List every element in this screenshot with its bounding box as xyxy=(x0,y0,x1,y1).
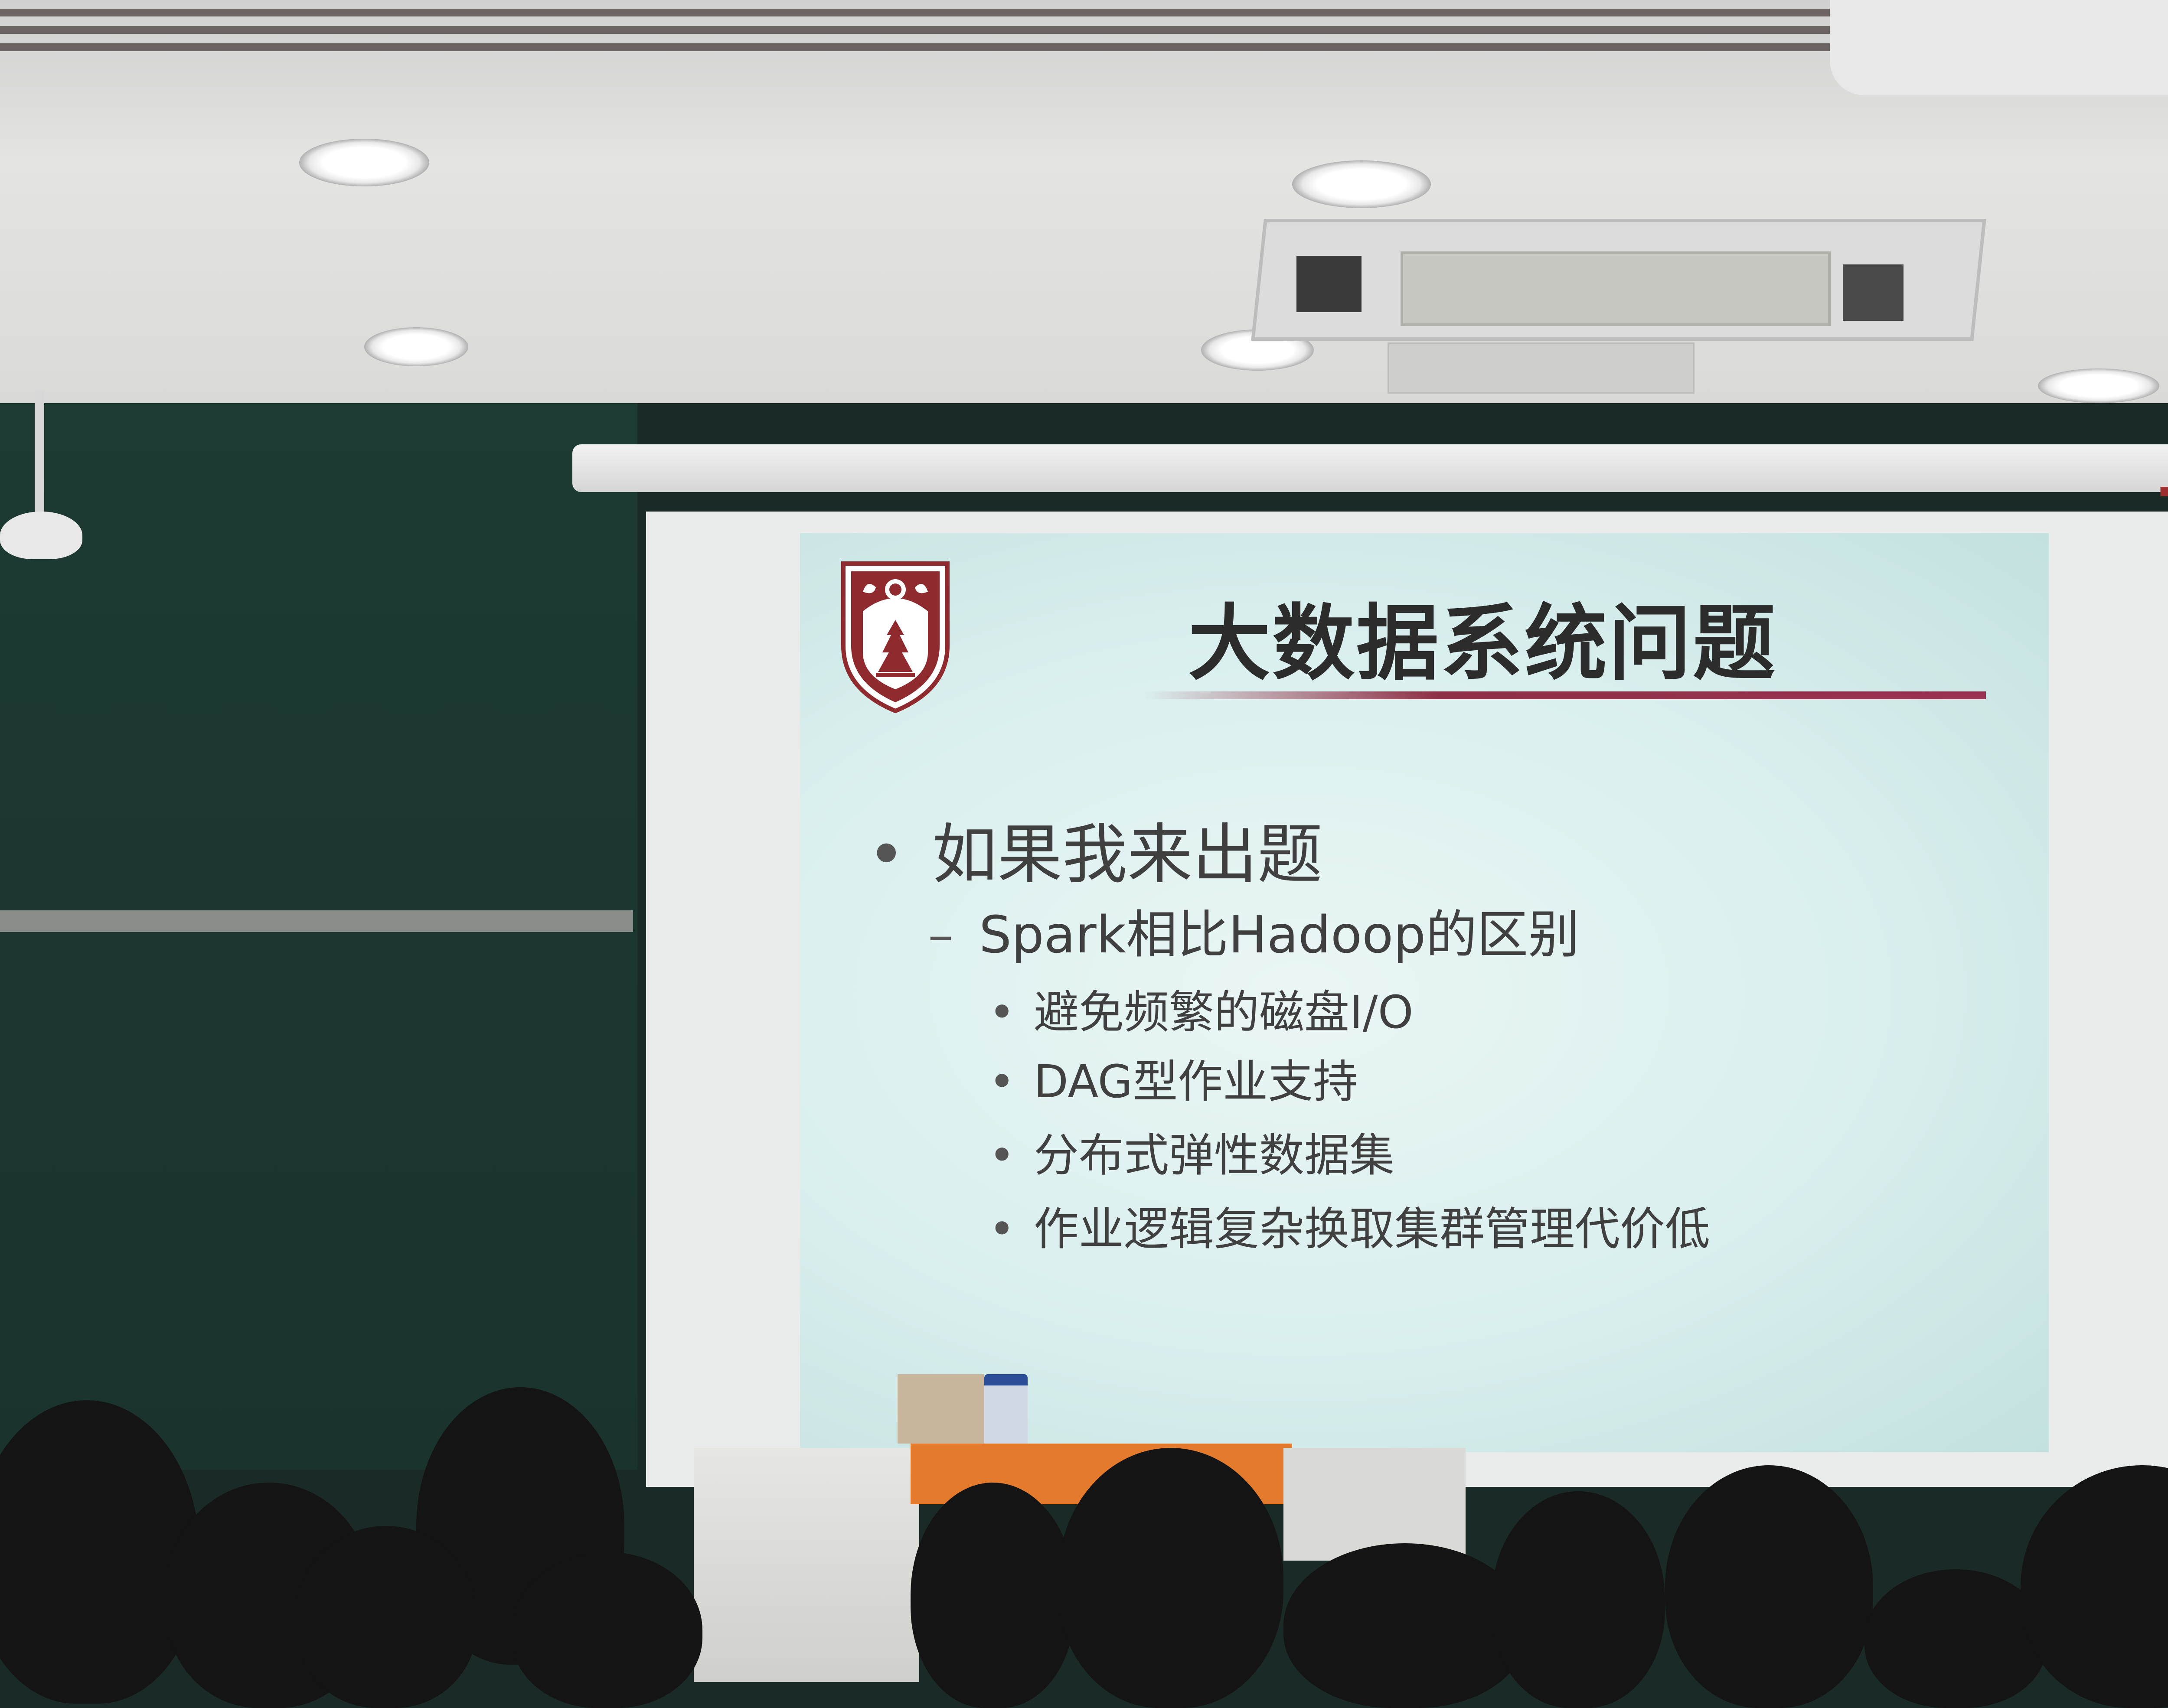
bullet-level-3: • DAG型作业支持 xyxy=(989,1045,1358,1110)
ceiling-slat xyxy=(0,43,1843,51)
audience-head xyxy=(295,1526,477,1708)
audience-head xyxy=(1665,1465,1873,1708)
projector xyxy=(1830,0,2168,95)
bullet-dot-icon: • xyxy=(989,1129,1015,1182)
ceiling-light xyxy=(1292,160,1431,208)
bullet-dot-icon: • xyxy=(989,986,1015,1039)
blackboard xyxy=(0,403,637,1470)
bullet-text: 分布式弹性数据集 xyxy=(1034,1129,1395,1182)
slide-title: 大数据系统问题 xyxy=(1188,596,1777,691)
audience-head xyxy=(512,1552,702,1708)
bullet-level-3: • 避免频繁的磁盘I/O xyxy=(989,975,1414,1041)
ceiling-slat xyxy=(0,9,1843,16)
podium xyxy=(694,1448,919,1682)
title-divider xyxy=(1145,691,1986,699)
audience-head xyxy=(1492,1491,1665,1708)
bullet-dot-icon: • xyxy=(989,1203,1015,1255)
bullet-level-3: • 作业逻辑复杂换取集群管理代价低 xyxy=(989,1192,1710,1258)
audience-head xyxy=(2021,1465,2168,1708)
ceiling-light xyxy=(299,139,429,186)
bullet-dot-icon: • xyxy=(867,817,906,893)
screen-brand-mark: ■■■■■ xyxy=(2159,483,2168,498)
ceiling-light xyxy=(364,327,468,366)
security-camera-icon xyxy=(0,512,82,559)
screen-housing xyxy=(572,444,2168,492)
bullet-text: DAG型作业支持 xyxy=(1034,1055,1358,1108)
dash-icon: – xyxy=(928,905,953,965)
ceiling-light xyxy=(2038,368,2159,403)
audience-head xyxy=(911,1483,1075,1708)
audience-head xyxy=(1058,1448,1283,1708)
blackboard-rail xyxy=(0,910,633,932)
bullet-text: 如果我来出题 xyxy=(932,817,1323,893)
ceiling-grille xyxy=(1388,342,1695,394)
air-conditioner-panel xyxy=(1401,251,1831,326)
bullet-text: Spark相比Hadoop的区别 xyxy=(979,905,1580,965)
camera-mount xyxy=(35,390,44,516)
ceiling-slat xyxy=(0,26,1843,34)
bullet-dot-icon: • xyxy=(989,1055,1015,1108)
bullet-level-3: • 分布式弹性数据集 xyxy=(989,1118,1394,1184)
university-shield-icon xyxy=(841,561,950,714)
podium xyxy=(1283,1448,1466,1561)
bullet-text: 作业逻辑复杂换取集群管理代价低 xyxy=(1034,1203,1711,1255)
audience-head xyxy=(1283,1543,1526,1708)
audience-head xyxy=(1864,1569,2047,1708)
bullet-level-1: • 如果我来出题 xyxy=(867,802,1322,896)
bullet-text: 避免频繁的磁盘I/O xyxy=(1034,986,1414,1039)
air-conditioner-vent xyxy=(1296,256,1362,312)
paper-box xyxy=(898,1374,984,1444)
air-conditioner-vent xyxy=(1843,264,1904,321)
bullet-level-2: – Spark相比Hadoop的区别 xyxy=(928,893,1579,967)
